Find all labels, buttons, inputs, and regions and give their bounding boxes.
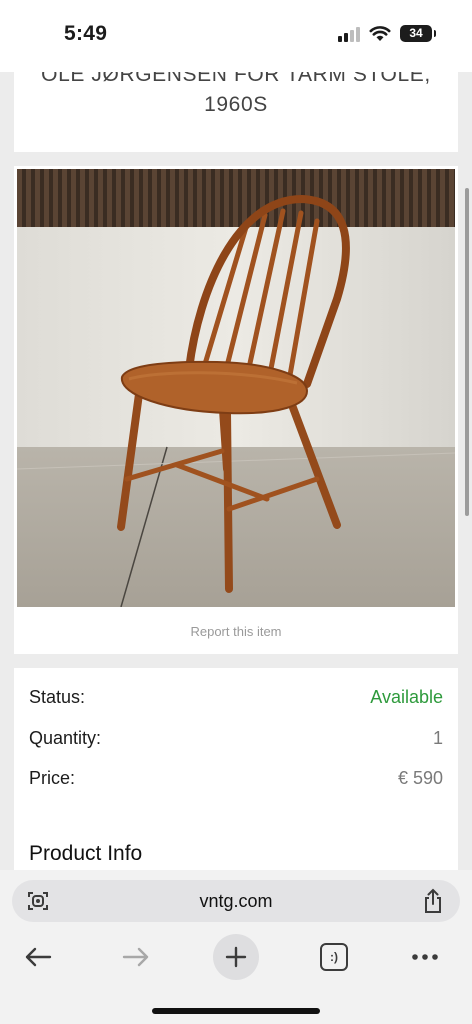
forward-arrow-icon [122, 947, 149, 967]
quantity-row: Quantity: 1 [29, 725, 443, 751]
forward-button[interactable] [113, 934, 159, 980]
quantity-value: 1 [432, 727, 443, 748]
cellular-signal-icon [338, 26, 360, 42]
image-card: Report this item [14, 166, 458, 654]
product-details-card: Status: Available Quantity: 1 Price: € 5… [14, 668, 458, 870]
scroll-indicator[interactable] [465, 188, 469, 516]
product-info-heading: Product Info [29, 842, 143, 865]
quantity-label: Quantity: [29, 727, 102, 748]
tabs-button[interactable]: :) [311, 934, 357, 980]
page-content[interactable]: OLE JØRGENSEN FOR TARM STOLE, 1960S Repo… [0, 72, 472, 870]
back-arrow-icon [25, 947, 52, 967]
status-row: Status: Available [29, 684, 443, 710]
product-title-line1: OLE JØRGENSEN FOR TARM STOLE, [41, 72, 431, 86]
product-photo[interactable] [17, 169, 455, 607]
new-tab-button[interactable] [213, 934, 259, 980]
product-title: OLE JØRGENSEN FOR TARM STOLE, 1960S [14, 72, 458, 120]
report-item-link[interactable]: Report this item [14, 624, 458, 639]
address-bar[interactable]: vntg.com [12, 880, 460, 922]
share-icon[interactable] [422, 888, 444, 914]
chair-photo-illustration [17, 169, 455, 607]
home-indicator[interactable] [152, 1008, 320, 1014]
price-row: Price: € 590 [29, 765, 443, 791]
price-label: Price: [29, 767, 76, 788]
status-bar: 5:49 34 [0, 0, 472, 72]
url-text[interactable]: vntg.com [12, 891, 460, 912]
browser-nav-toolbar: :) [0, 934, 472, 980]
wifi-icon [369, 26, 391, 41]
plus-icon [225, 946, 247, 968]
more-icon [412, 954, 438, 960]
status-icons: 34 [338, 25, 436, 42]
title-card: OLE JØRGENSEN FOR TARM STOLE, 1960S [14, 72, 458, 152]
tabs-icon: :) [320, 943, 348, 971]
status-label: Status: [29, 686, 86, 707]
product-title-line2: 1960S [204, 93, 268, 116]
price-value: € 590 [397, 767, 443, 788]
browser-toolbar: vntg.com :) [0, 870, 472, 1024]
status-value: Available [370, 686, 443, 707]
battery-icon: 34 [400, 25, 436, 42]
back-button[interactable] [15, 934, 61, 980]
more-button[interactable] [402, 934, 448, 980]
status-time: 5:49 [64, 22, 108, 45]
